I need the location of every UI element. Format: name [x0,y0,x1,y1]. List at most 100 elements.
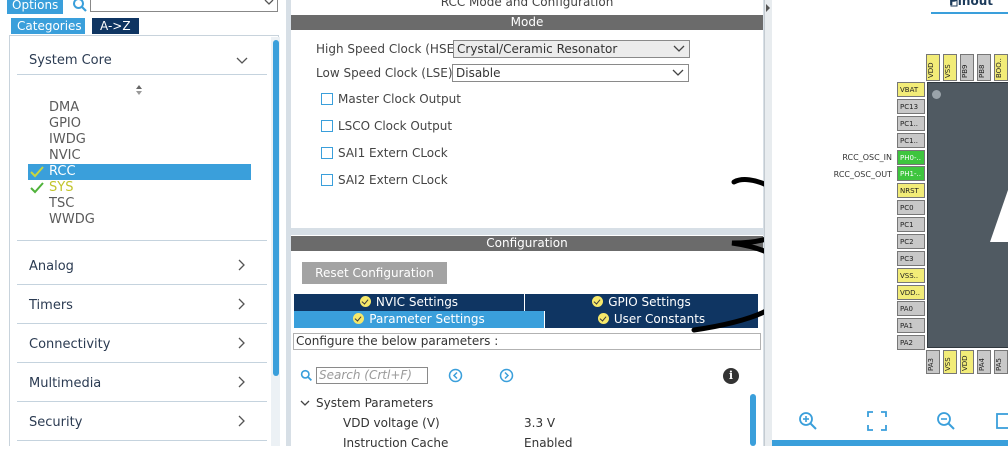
pin-top[interactable]: VSS [943,54,957,81]
chevron-down-icon [264,0,274,5]
pin-top[interactable]: PB8 [977,54,991,81]
sort-icon[interactable] [134,84,144,96]
tab-pinout-view[interactable]: Pinout [931,0,1008,14]
pin-left[interactable]: PC2 [897,234,925,249]
sai2-extern-clock-checkbox[interactable] [321,174,333,186]
pin-left[interactable]: PC1.. [897,133,925,148]
param-name: Instruction Cache [343,436,449,450]
pin-left[interactable]: PH1-.. [897,166,925,181]
pin-top[interactable]: PB9 [960,54,974,81]
info-icon[interactable]: i [723,368,739,384]
divider [17,240,267,241]
category-multimedia[interactable]: Multimedia [29,376,101,391]
pin-left[interactable]: PC0 [897,200,925,215]
category-security[interactable]: Security [29,415,82,430]
scrollbar-thumb[interactable] [273,40,279,376]
tab-nvic-settings[interactable]: NVIC Settings [294,294,524,311]
pin-left[interactable]: VBAT [897,82,925,97]
category-analog[interactable]: Analog [29,259,74,274]
peripheral-search-input[interactable] [90,0,278,12]
peripheral-iwdg[interactable]: IWDG [49,132,86,147]
chevron-down-icon[interactable] [236,55,248,67]
next-icon[interactable] [499,368,514,383]
panel-splitter[interactable] [764,0,772,446]
pin-top[interactable]: VDD [926,54,940,81]
pin-left[interactable]: PA0 [897,301,925,316]
lsco-clock-output-label: LSCO Clock Output [338,119,453,133]
chevron-down-icon [673,45,685,52]
chevron-right-icon[interactable] [236,337,248,349]
tab-parameter-settings[interactable]: Parameter Settings [294,311,544,328]
tab-categories[interactable]: Categories [11,18,85,34]
peripheral-gpio[interactable]: GPIO [49,116,81,131]
pin-top[interactable]: BOO.. [994,54,1008,81]
pin-left[interactable]: PA1 [897,318,925,333]
pin-bottom[interactable]: PA3 [926,350,940,374]
tab-label: Parameter Settings [369,312,485,326]
mode-header: Mode [291,15,763,30]
lsco-clock-output-checkbox[interactable] [321,120,333,132]
pin-left[interactable]: NRST [897,183,925,198]
tab-a-z[interactable]: A->Z [92,18,139,34]
check-circle-icon [597,313,609,324]
pin-left[interactable]: PC13 [897,99,925,114]
zoom-out-icon[interactable] [936,411,956,431]
peripheral-tsc[interactable]: TSC [49,196,74,211]
peripheral-sys[interactable]: SYS [49,180,73,195]
parameter-scrollbar[interactable] [750,394,756,446]
category-system-core[interactable]: System Core [29,53,112,68]
pin-bottom[interactable]: VSS [943,350,957,374]
param-name: VDD voltage (V) [343,416,440,430]
chevron-right-icon[interactable] [236,376,248,388]
divider [17,362,267,363]
pin-bottom[interactable]: PA5 [994,350,1008,374]
signal-label: RCC_OSC_OUT [833,170,892,179]
chevron-down-icon [672,69,684,76]
pin-bottom[interactable]: VDD [960,350,974,374]
sai1-extern-clock-checkbox[interactable] [321,147,333,159]
tab-label: NVIC Settings [375,295,459,309]
hse-select[interactable]: Crystal/Ceramic Resonator [453,40,690,58]
configure-hint: Configure the below parameters : [293,333,761,350]
chevron-down-icon[interactable] [300,399,310,407]
pin-left[interactable]: PA2 [897,335,925,350]
pin-left[interactable]: VDD.. [897,285,925,300]
master-clock-output-checkbox[interactable] [321,93,333,105]
chip-logo-fragment [990,190,1008,242]
zoom-in-icon[interactable] [798,411,818,431]
check-icon [30,182,44,194]
pin1-marker [932,90,941,99]
divider [17,74,267,75]
check-icon [30,166,44,178]
pin-left[interactable]: PC1.. [897,116,925,131]
export-icon[interactable] [996,411,1008,431]
fit-to-screen-icon[interactable] [867,411,887,431]
hse-value: Crystal/Ceramic Resonator [457,42,618,56]
collapse-icon[interactable] [765,4,771,12]
search-icon[interactable] [72,0,88,13]
pin-left[interactable]: PH0-.. [897,150,925,165]
pin-left[interactable]: PC1 [897,217,925,232]
peripheral-rcc[interactable]: RCC [49,164,76,179]
category-timers[interactable]: Timers [29,298,73,313]
previous-icon[interactable] [448,368,463,383]
group-system-parameters[interactable]: System Parameters [316,396,433,410]
pin-left[interactable]: VSS.. [897,268,925,283]
peripheral-dma[interactable]: DMA [49,100,79,115]
chevron-right-icon[interactable] [236,415,248,427]
lse-select[interactable]: Disable [452,64,689,82]
options-button[interactable]: Options [7,0,63,14]
param-value[interactable]: 3.3 V [524,416,555,430]
peripheral-wwdg[interactable]: WWDG [49,212,95,227]
chevron-right-icon[interactable] [236,259,248,271]
divider [17,323,267,324]
chevron-right-icon[interactable] [236,298,248,310]
parameter-search-input[interactable]: Search (Crtl+F) [316,367,428,384]
peripheral-nvic[interactable]: NVIC [49,148,81,163]
category-connectivity[interactable]: Connectivity [29,337,110,352]
pin-bottom[interactable]: PA4 [977,350,991,374]
param-value[interactable]: Enabled [524,436,573,450]
reset-configuration-button[interactable]: Reset Configuration [302,262,447,284]
pin-left[interactable]: PC3 [897,251,925,266]
lse-label: Low Speed Clock (LSE) [316,66,453,80]
